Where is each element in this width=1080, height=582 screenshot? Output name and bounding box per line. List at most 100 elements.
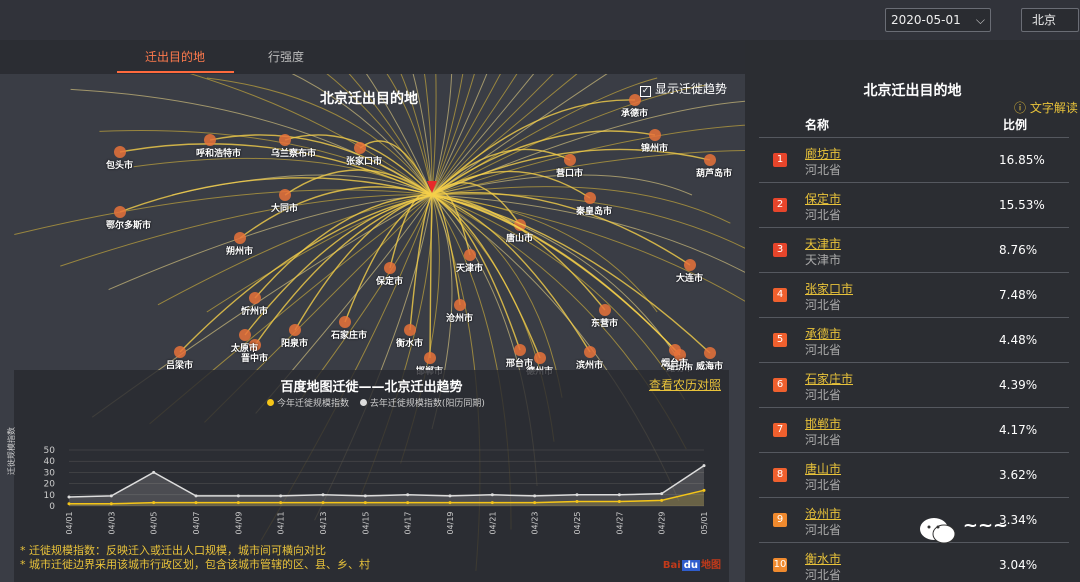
city-name-link[interactable]: 廊坊市 (805, 145, 841, 162)
data-point[interactable] (152, 501, 156, 505)
data-point[interactable] (533, 494, 537, 498)
city-label: 保定市 (376, 277, 404, 287)
city-marker[interactable] (404, 324, 416, 336)
ranking-row[interactable]: 9 沧州市 河北省 3.34% (759, 497, 1069, 542)
city-marker[interactable] (584, 192, 596, 204)
data-point[interactable] (617, 500, 621, 504)
city-marker[interactable] (514, 344, 526, 356)
city-name-link[interactable]: 石家庄市 (805, 370, 853, 387)
city-marker[interactable] (279, 134, 291, 146)
data-point[interactable] (109, 502, 113, 506)
city-marker[interactable] (114, 206, 126, 218)
data-point[interactable] (67, 495, 71, 499)
city-marker[interactable] (584, 346, 596, 358)
date-select[interactable]: 2020-05-01 ⌵ (885, 8, 991, 32)
checkbox-icon[interactable]: ✓ (640, 86, 651, 97)
city-marker[interactable] (599, 304, 611, 316)
city-name-link[interactable]: 保定市 (805, 190, 841, 207)
trend-toggle[interactable]: ✓ 显示迁徙趋势 (640, 80, 727, 97)
city-name-link[interactable]: 唐山市 (805, 460, 841, 477)
legend-dot-last-year (359, 399, 367, 406)
data-point[interactable] (702, 464, 706, 468)
data-point[interactable] (279, 494, 283, 498)
city-marker[interactable] (454, 299, 466, 311)
data-point[interactable] (490, 501, 494, 505)
city-name-link[interactable]: 张家口市 (805, 280, 853, 297)
city-marker[interactable] (234, 232, 246, 244)
tab-destination[interactable]: 迁出目的地 (145, 48, 205, 65)
city-marker[interactable] (114, 146, 126, 158)
city-marker[interactable] (649, 129, 661, 141)
ranking-row[interactable]: 2 保定市 河北省 15.53% (759, 182, 1069, 227)
data-point[interactable] (575, 493, 579, 497)
city-marker[interactable] (289, 324, 301, 336)
data-point[interactable] (533, 501, 537, 505)
tab-intensity[interactable]: 行强度 (268, 48, 304, 65)
data-point[interactable] (575, 500, 579, 504)
city-marker[interactable] (464, 249, 476, 261)
data-point[interactable] (490, 493, 494, 497)
city-name-link[interactable]: 承德市 (805, 325, 841, 342)
data-point[interactable] (236, 494, 240, 498)
city-marker[interactable] (279, 189, 291, 201)
ranking-row[interactable]: 1 廊坊市 河北省 16.85% (759, 137, 1069, 182)
city-select[interactable]: 北京 (1021, 8, 1079, 32)
ranking-row[interactable]: 7 邯郸市 河北省 4.17% (759, 407, 1069, 452)
city-label: 大同市 (271, 204, 299, 214)
ranking-row[interactable]: 8 唐山市 河北省 3.62% (759, 452, 1069, 497)
city-name-link[interactable]: 邯郸市 (805, 415, 841, 432)
city-name-link[interactable]: 衡水市 (805, 550, 841, 567)
ranking-row[interactable]: 5 承德市 河北省 4.48% (759, 317, 1069, 362)
data-point[interactable] (67, 502, 71, 506)
wechat-watermark: ~~~ (918, 515, 1008, 551)
ranking-row[interactable]: 4 张家口市 河北省 7.48% (759, 272, 1069, 317)
y-tick-label: 0 (49, 502, 55, 512)
city-marker[interactable] (339, 316, 351, 328)
data-point[interactable] (660, 498, 664, 502)
city-marker[interactable] (204, 134, 216, 146)
city-marker[interactable] (249, 292, 261, 304)
city-label: 沧州市 (446, 314, 474, 324)
ranking-row[interactable]: 6 石家庄市 河北省 4.39% (759, 362, 1069, 407)
city-label: 大连市 (676, 274, 704, 284)
city-marker[interactable] (669, 344, 681, 356)
city-name-link[interactable]: 天津市 (805, 235, 841, 252)
ranking-row[interactable]: 10 衡水市 河北省 3.04% (759, 542, 1069, 582)
x-tick-label: 04/15 (361, 511, 370, 534)
data-point[interactable] (236, 501, 240, 505)
city-name-link[interactable]: 沧州市 (805, 505, 841, 522)
city-marker[interactable] (424, 352, 436, 364)
data-point[interactable] (321, 493, 325, 497)
x-tick-label: 04/25 (573, 511, 582, 534)
data-point[interactable] (406, 493, 410, 497)
city-marker[interactable] (684, 259, 696, 271)
data-point[interactable] (702, 488, 706, 492)
city-marker[interactable] (564, 154, 576, 166)
lunar-compare-link[interactable]: 查看农历对照 (649, 376, 721, 393)
data-point[interactable] (109, 494, 113, 498)
city-marker[interactable] (704, 154, 716, 166)
city-marker[interactable] (354, 142, 366, 154)
data-point[interactable] (406, 501, 410, 505)
data-point[interactable] (279, 501, 283, 505)
data-point[interactable] (448, 501, 452, 505)
data-point[interactable] (617, 493, 621, 497)
city-marker[interactable] (704, 347, 716, 359)
text-interpret-link[interactable]: ⓘ 文字解读 (1014, 99, 1078, 116)
ranking-row[interactable]: 3 天津市 天津市 8.76% (759, 227, 1069, 272)
data-point[interactable] (152, 470, 156, 474)
city-marker[interactable] (174, 346, 186, 358)
data-point[interactable] (660, 492, 664, 496)
date-value: 2020-05-01 (891, 13, 961, 27)
city-marker[interactable] (534, 352, 546, 364)
city-marker[interactable] (239, 329, 251, 341)
city-label: 鄂尔多斯市 (106, 221, 152, 231)
data-point[interactable] (363, 494, 367, 498)
data-point[interactable] (194, 501, 198, 505)
data-point[interactable] (194, 494, 198, 498)
rank-badge: 4 (773, 288, 787, 302)
city-marker[interactable] (384, 262, 396, 274)
data-point[interactable] (448, 494, 452, 498)
data-point[interactable] (363, 501, 367, 505)
data-point[interactable] (321, 501, 325, 505)
